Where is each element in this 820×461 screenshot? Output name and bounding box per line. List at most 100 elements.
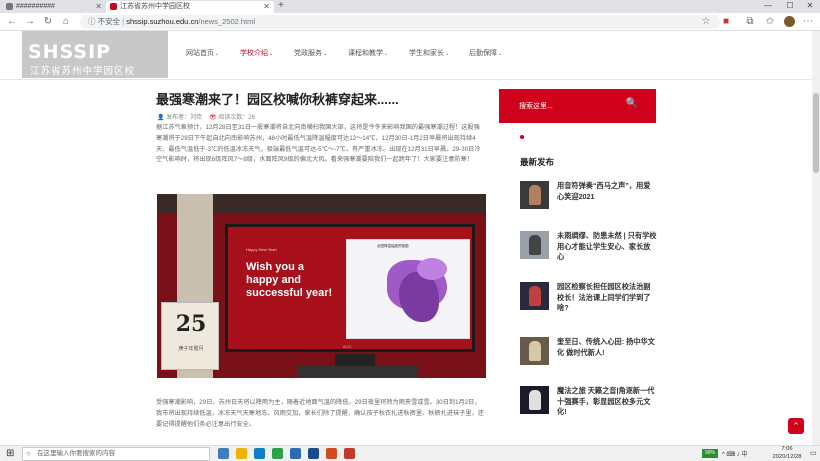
tab-label: 江苏省苏州中学园区校 [120,3,190,10]
monitor-base [297,366,417,378]
chevron-down-icon: ⌄ [384,51,389,57]
post-thumbnail[interactable] [520,337,549,365]
tab-inactive[interactable]: ########## ✕ [2,1,106,13]
app-icon[interactable] [308,448,319,459]
nav-item-students[interactable]: 学生和家长⌄ [409,48,449,58]
views-meta: 👁 阅读次数：26 [209,115,255,121]
notification-icon[interactable]: ▭ [810,449,817,457]
extension-icon[interactable]: ■ [720,16,732,28]
chevron-down-icon: ⌄ [215,51,220,57]
article-paragraph: 据江苏气象预计，12月28日至31日一股寒潮将自北向南横扫我国大部，这将是今冬来… [156,124,481,164]
section-marker [520,135,524,139]
page-icon [6,3,13,10]
monitor-greeting: Wish you a happy and successful year! [246,261,333,299]
monitor-small-text: Happy New Year! [246,247,277,252]
calendar-subtitle: 庚子年腊月 [178,346,204,352]
post-title[interactable]: 用音符弹奏“西马之声”，用爱心笑迎2021 [557,181,657,202]
post-thumbnail[interactable] [520,231,549,259]
desk-calendar: 25 庚子年腊月 [161,302,219,370]
scrollbar-thumb[interactable] [813,93,819,173]
logo-subtitle: 江苏省苏州中学园区校 [30,66,136,77]
taskbar-search-placeholder: 在这里输入你要搜索的内容 [37,450,115,457]
window-close-button[interactable]: ✕ [802,0,818,12]
logo-text: SHSSIP [28,41,112,63]
list-item[interactable]: 未雨绸缪、防患未然 | 只有学校用心才能让学生安心、家长放心 [520,231,660,265]
site-header: SHSSIP 江苏省苏州中学园区校 网站首页⌄ 学校介绍⌄ 党政服务⌄ 课程和教… [0,31,812,78]
scrollbar[interactable] [812,31,820,445]
collections-icon[interactable]: ⧉ [744,16,756,28]
favorites-icon[interactable]: ✩ [764,16,776,28]
header-divider [0,79,812,80]
tab-label: ########## [16,3,55,10]
clock-date: 2020/12/28 [772,453,802,460]
map-region [417,258,447,280]
photo-monitor: Happy New Year! Wish you a happy and suc… [225,224,475,352]
post-title[interactable]: 园区检察长担任园区校法治副校长！法治课上同学们学到了啥? [557,282,657,314]
back-button[interactable]: ← [6,16,18,28]
maximize-button[interactable]: ☐ [782,0,798,12]
post-thumbnail[interactable] [520,282,549,310]
new-tab-button[interactable]: + [278,0,284,12]
start-button[interactable]: ⊞ [6,448,14,460]
post-title[interactable]: 未雨绸缪、防患未然 | 只有学校用心才能让学生安心、家长放心 [557,231,657,263]
taskbar-search[interactable]: ○ 在这里输入你要搜索的内容 [22,447,210,461]
forward-button[interactable]: → [24,16,36,28]
search-icon: ○ [26,449,31,458]
home-button[interactable]: ⌂ [60,16,72,28]
list-item[interactable]: 园区检察长担任园区校法治副校长！法治课上同学们学到了啥? [520,282,660,316]
nav-item-courses[interactable]: 课程和教学⌄ [348,48,388,58]
reload-button[interactable]: ↻ [42,16,54,28]
system-tray[interactable]: ^ ⌨ ♪ 中 [722,449,747,458]
post-title[interactable]: 奎至日、传统入心田: 扬中华文化 做时代新人! [557,337,657,358]
tab-active[interactable]: 江苏省苏州中学园区校 ✕ [106,1,274,13]
file-explorer-icon[interactable] [236,448,247,459]
post-title[interactable]: 魔法之旅 天籁之音|角逐新一代十强赛手，彰显园区校多元文化! [557,386,657,418]
map-title: 全国降温幅度预报图 [377,244,409,248]
article-title: 最强寒潮来了！园区校喊你秋裤穿起来...... [156,92,399,107]
page-viewport: SHSSIP 江苏省苏州中学园区校 网站首页⌄ 学校介绍⌄ 党政服务⌄ 课程和教… [0,31,812,445]
clock[interactable]: 7:06 2020/12/28 [768,446,806,461]
clock-time: 7:06 [781,446,793,452]
search-icon[interactable]: 🔍 [626,98,638,109]
photoshop-icon[interactable] [290,448,301,459]
article-paragraph: 受强寒潮影响，29日、苏州日天将以降雨为主，随着近地面气温的降低，29日夜里将转… [156,399,484,428]
security-indicator[interactable]: ⓘ 不安全 [88,17,120,26]
back-to-top-button[interactable]: ⌃ [788,418,804,434]
battery-indicator[interactable]: 99% [702,449,718,458]
calendar-day: 25 [175,311,207,337]
user-icon: 👤 [157,115,165,121]
taskbar: ⊞ ○ 在这里输入你要搜索的内容 99% ^ ⌨ ♪ 中 7:06 2020/1… [0,445,820,461]
app-icon[interactable] [344,448,355,459]
post-thumbnail[interactable] [520,181,549,209]
powerpoint-icon[interactable] [326,448,337,459]
list-item[interactable]: 魔法之旅 天籁之音|角逐新一代十强赛手，彰显园区校多元文化! [520,386,660,420]
tab-strip: ########## ✕ 江苏省苏州中学园区校 ✕ + — ☐ ✕ [0,0,820,13]
nav-item-party[interactable]: 党政服务⌄ [294,48,327,58]
chevron-down-icon: ⌄ [323,51,328,57]
minimize-button[interactable]: — [760,0,776,12]
url-field[interactable]: ⓘ 不安全 | shssip.suzhou.edu.cn/news_2502.h… [80,15,720,29]
nav-item-logistics[interactable]: 后勤保障⌄ [469,48,502,58]
address-toolbar: ← → ↻ ⌂ ⓘ 不安全 | shssip.suzhou.edu.cn/new… [0,13,820,31]
latest-heading: 最新发布 [520,157,555,167]
post-thumbnail[interactable] [520,386,549,414]
avatar[interactable] [784,16,795,27]
author-meta: 👤 发布者：刘欢 [157,115,203,121]
nav-item-about[interactable]: 学校介绍⌄ [240,48,273,58]
edge-icon[interactable] [254,448,265,459]
list-item[interactable]: 奎至日、传统入心田: 扬中华文化 做时代新人! [520,337,660,371]
close-icon[interactable]: ✕ [263,1,270,13]
task-view-icon[interactable] [218,448,229,459]
nav-item-home[interactable]: 网站首页⌄ [186,48,219,58]
menu-icon[interactable]: ⋯ [802,16,814,28]
sidebar-search[interactable]: 搜索这里... 🔍 [499,89,656,123]
app-icon[interactable] [272,448,283,459]
chevron-down-icon: ⌄ [498,51,503,57]
site-logo[interactable]: SHSSIP 江苏省苏州中学园区校 [22,31,168,78]
list-item[interactable]: 用音符弹奏“西马之声”，用爱心笑迎2021 [520,181,660,215]
monitor-stand [335,354,375,366]
favorite-star-icon[interactable]: ☆ [700,16,712,28]
school-logo-icon [110,3,117,10]
close-icon[interactable]: ✕ [95,1,102,13]
search-input[interactable]: 搜索这里... [519,101,553,111]
